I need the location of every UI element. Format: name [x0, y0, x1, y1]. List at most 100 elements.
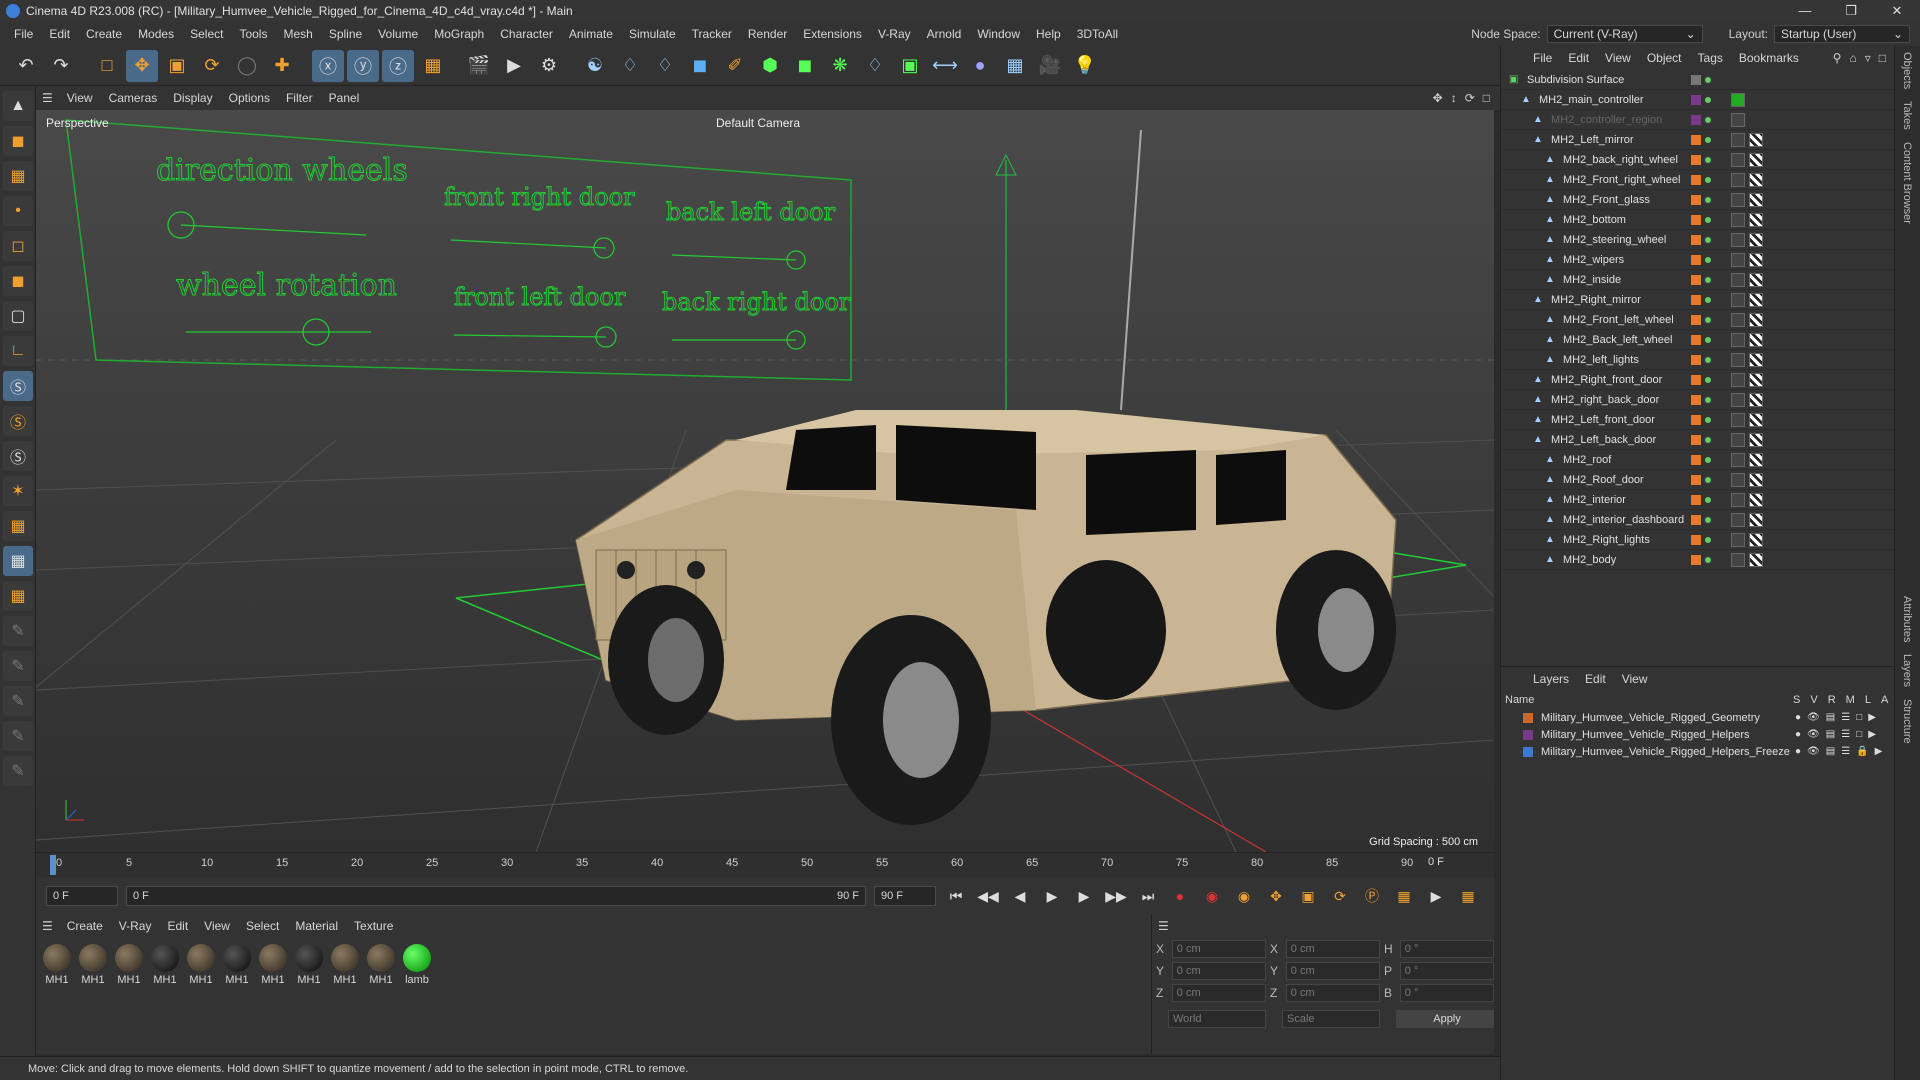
- object-name[interactable]: MH2_Right_mirror: [1551, 294, 1641, 306]
- material-tag-icon[interactable]: [1731, 252, 1745, 267]
- material-tag-icon[interactable]: [1731, 492, 1745, 507]
- material-swatch[interactable]: lamb: [402, 944, 432, 986]
- layer-color-swatch[interactable]: [1691, 94, 1701, 105]
- object-row[interactable]: ▲ MH2_Right_mirror: [1501, 290, 1894, 310]
- point-level-icon[interactable]: ▦: [1392, 884, 1416, 908]
- tab-structure[interactable]: Structure: [1895, 693, 1913, 750]
- object-menu-view[interactable]: View: [1597, 51, 1639, 65]
- visibility-dot-icon[interactable]: [1705, 396, 1711, 403]
- eye-icon[interactable]: 👁: [1807, 729, 1820, 740]
- lock-icon[interactable]: □: [1856, 729, 1862, 740]
- object-menu-object[interactable]: Object: [1639, 51, 1690, 65]
- viewport-menu-cameras[interactable]: Cameras: [101, 91, 166, 105]
- material-tag-icon[interactable]: [1731, 212, 1745, 227]
- layer-color-swatch[interactable]: [1691, 514, 1701, 525]
- layer-menu-view[interactable]: View: [1614, 672, 1656, 686]
- menu-animate[interactable]: Animate: [561, 27, 621, 41]
- object-name[interactable]: MH2_steering_wheel: [1563, 234, 1666, 246]
- end-frame-field[interactable]: 90 F: [874, 886, 936, 906]
- visibility-dot-icon[interactable]: [1705, 556, 1711, 563]
- render-settings-icon[interactable]: ⚙: [533, 50, 565, 82]
- visibility-dot-icon[interactable]: [1705, 536, 1711, 543]
- layer-color-swatch[interactable]: [1691, 394, 1701, 405]
- material-tag-icon[interactable]: [1731, 192, 1745, 207]
- coordinate-system-icon[interactable]: ▦: [417, 50, 449, 82]
- menu-mesh[interactable]: Mesh: [275, 27, 320, 41]
- menu-render[interactable]: Render: [740, 27, 795, 41]
- brush-icon[interactable]: ✎: [3, 651, 33, 681]
- transform-icon[interactable]: ◯: [231, 50, 263, 82]
- snap-icon[interactable]: Ⓢ: [3, 371, 33, 401]
- visibility-dot-icon[interactable]: [1705, 316, 1711, 323]
- tab-layers[interactable]: Layers: [1895, 648, 1913, 693]
- material-menu-vray[interactable]: V-Ray: [111, 919, 160, 933]
- object-row[interactable]: ▲ MH2_steering_wheel: [1501, 230, 1894, 250]
- scale-mode-dropdown[interactable]: Scale: [1282, 1010, 1380, 1028]
- texture-tag-icon[interactable]: [1749, 412, 1763, 427]
- texture-tag-icon[interactable]: [1749, 512, 1763, 527]
- object-row[interactable]: ▲ MH2_Back_left_wheel: [1501, 330, 1894, 350]
- material-tag-icon[interactable]: [1731, 152, 1745, 167]
- y-axis-icon[interactable]: ⓨ: [347, 49, 379, 82]
- home-icon[interactable]: ⌂: [1849, 51, 1856, 65]
- visibility-dot-icon[interactable]: [1705, 416, 1711, 423]
- rotation-b-field[interactable]: 0 °: [1399, 984, 1494, 1002]
- 3d-viewport[interactable]: direction wheels front right door back l…: [36, 110, 1494, 852]
- material-tag-icon[interactable]: [1731, 532, 1745, 547]
- manager-icon[interactable]: ☰: [1841, 729, 1850, 740]
- preview-range-field[interactable]: 0 F 90 F: [126, 886, 866, 906]
- coordinate-system-dropdown[interactable]: World: [1168, 1010, 1266, 1028]
- lock-icon[interactable]: □: [1856, 712, 1862, 723]
- layer-color-swatch[interactable]: [1691, 294, 1701, 305]
- texture-tag-icon[interactable]: [1749, 132, 1763, 147]
- texture-tag-icon[interactable]: [1749, 372, 1763, 387]
- grid-icon[interactable]: ▦: [3, 511, 33, 541]
- object-row[interactable]: ▲ MH2_Right_lights: [1501, 530, 1894, 550]
- visibility-dot-icon[interactable]: [1705, 116, 1711, 123]
- object-row[interactable]: ▲ MH2_back_right_wheel: [1501, 150, 1894, 170]
- visibility-dot-icon[interactable]: [1705, 516, 1711, 523]
- menu-arnold[interactable]: Arnold: [919, 27, 970, 41]
- material-swatch[interactable]: MH1: [330, 944, 360, 986]
- material-tag-icon[interactable]: [1731, 512, 1745, 527]
- position-x-field[interactable]: 0 cm: [1171, 940, 1266, 958]
- object-name[interactable]: MH2_wipers: [1563, 254, 1624, 266]
- object-row[interactable]: ▲ MH2_Roof_door: [1501, 470, 1894, 490]
- visibility-dot-icon[interactable]: [1705, 476, 1711, 483]
- material-tag-icon[interactable]: [1731, 172, 1745, 187]
- menu-vray[interactable]: V-Ray: [870, 27, 919, 41]
- material-tag-icon[interactable]: [1731, 92, 1745, 107]
- size-y-field[interactable]: 0 cm: [1285, 962, 1380, 980]
- mograph-icon[interactable]: ❋: [824, 50, 856, 82]
- visibility-dot-icon[interactable]: [1705, 216, 1711, 223]
- new-window-icon[interactable]: □: [1879, 51, 1886, 65]
- paint-icon[interactable]: ✎: [3, 686, 33, 716]
- texture-tag-icon[interactable]: [1749, 252, 1763, 267]
- smooth-icon[interactable]: ✎: [3, 721, 33, 751]
- scale-tool-icon[interactable]: ▣: [161, 50, 193, 82]
- texture-tag-icon[interactable]: [1749, 292, 1763, 307]
- object-menu-bookmarks[interactable]: Bookmarks: [1731, 51, 1807, 65]
- select-icon[interactable]: □: [91, 50, 123, 82]
- rotation-p-field[interactable]: 0 °: [1399, 962, 1494, 980]
- material-menu-view[interactable]: View: [196, 919, 238, 933]
- visibility-dot-icon[interactable]: [1705, 136, 1711, 143]
- layer-color-swatch[interactable]: [1691, 354, 1701, 365]
- object-name[interactable]: MH2_Back_left_wheel: [1563, 334, 1672, 346]
- texture-tag-icon[interactable]: [1749, 472, 1763, 487]
- visibility-dot-icon[interactable]: [1705, 176, 1711, 183]
- layer-color-swatch[interactable]: [1691, 474, 1701, 485]
- object-name[interactable]: MH2_main_controller: [1539, 94, 1644, 106]
- layer-color-swatch[interactable]: [1691, 254, 1701, 265]
- x-axis-icon[interactable]: ⓧ: [312, 49, 344, 82]
- layer-color-swatch[interactable]: [1691, 154, 1701, 165]
- material-tag-icon[interactable]: [1731, 332, 1745, 347]
- object-name[interactable]: MH2_Left_back_door: [1551, 434, 1656, 446]
- animation-icon[interactable]: ▶: [1875, 746, 1883, 757]
- object-row[interactable]: ▲ MH2_Left_front_door: [1501, 410, 1894, 430]
- object-row[interactable]: ▲ MH2_Front_right_wheel: [1501, 170, 1894, 190]
- material-tag-icon[interactable]: [1731, 112, 1745, 127]
- layer-color-swatch[interactable]: [1691, 274, 1701, 285]
- material-swatch[interactable]: MH1: [186, 944, 216, 986]
- close-icon[interactable]: ✕: [1874, 3, 1920, 19]
